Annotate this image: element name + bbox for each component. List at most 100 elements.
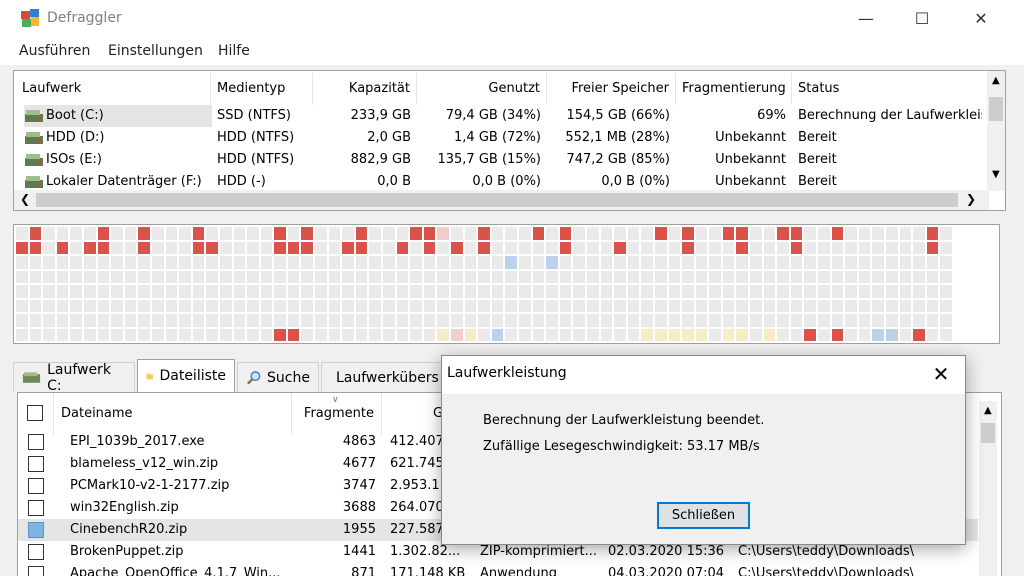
map-block [531,240,546,255]
map-block [15,298,29,313]
scroll-thumb[interactable] [989,97,1003,121]
map-block [762,327,777,342]
map-block [450,255,464,270]
map-block [15,269,29,284]
map-block [42,298,56,313]
map-block [490,255,505,270]
col-medientyp[interactable]: Medientyp [211,73,313,105]
map-block [259,313,274,328]
map-block [354,327,369,342]
map-block [55,327,70,342]
map-block [708,269,722,284]
map-block [368,255,383,270]
window-close-button[interactable]: ✕ [958,0,1004,37]
tab-suche[interactable]: Suche [237,362,319,392]
map-block [613,284,627,299]
map-block [681,284,695,299]
map-block [844,298,858,313]
row-checkbox[interactable] [28,478,44,494]
drive-list-vscrollbar[interactable]: ▲ ▼ [987,71,1005,191]
col-fragmentierung[interactable]: Fragmentierung [676,73,792,105]
menu-ausfuehren[interactable]: Ausführen [19,43,90,59]
tab-laufwerk[interactable]: Laufwerk C: [13,362,135,394]
close-icon[interactable]: ✕ [925,358,957,390]
col-freier-speicher[interactable]: Freier Speicher [547,73,676,105]
map-block [300,284,315,299]
map-block [531,284,546,299]
map-block [205,240,219,255]
drive-status: Berechnung der Laufwerkleist [798,108,982,123]
scroll-right-icon[interactable]: ❯ [966,192,976,206]
map-block [96,327,111,342]
map-block [273,269,287,284]
map-block [123,226,138,241]
map-block [191,255,206,270]
col-select-all[interactable] [18,393,54,435]
close-button[interactable]: Schließen [657,502,750,529]
col-fragmente[interactable]: ∨ Fragmente [292,393,382,435]
map-block [368,284,383,299]
col-dateiname[interactable]: Dateiname [54,393,292,435]
row-checkbox[interactable] [28,544,44,560]
minimize-button[interactable]: — [843,0,889,37]
maximize-button[interactable]: ☐ [899,0,945,37]
map-block [368,226,383,241]
table-row[interactable]: Apache_OpenOffice_4.1.7_Win... 871 171.148… [18,563,978,576]
tab-dateiliste[interactable]: Dateiliste [137,359,235,392]
map-block [96,269,111,284]
col-genutzt[interactable]: Genutzt [417,73,547,105]
map-block [42,284,56,299]
map-block [232,226,247,241]
map-block [354,255,369,270]
hscroll-thumb[interactable] [36,193,958,207]
map-block [599,255,614,270]
tab-laufwerkuebersicht[interactable]: Laufwerkübers [321,362,443,392]
map-block [531,255,546,270]
map-block [681,255,695,270]
drive-row-2[interactable]: ISOs (E:) [24,149,212,171]
menu-einstellungen[interactable]: Einstellungen [108,43,203,59]
map-block [857,269,872,284]
scroll-up-icon[interactable]: ▲ [992,75,1000,86]
map-block [178,284,192,299]
map-block [885,313,899,328]
map-block [259,284,274,299]
map-block [517,269,532,284]
col-laufwerk[interactable]: Laufwerk [16,73,211,105]
drive-list-hscrollbar[interactable]: ❮ ❯ [14,190,989,210]
map-block [232,298,247,313]
map-block [246,226,260,241]
col-kapazitaet[interactable]: Kapazität [313,73,417,105]
map-block [817,226,831,241]
map-block [871,298,885,313]
map-block [368,269,383,284]
map-block [599,298,614,313]
menu-hilfe[interactable]: Hilfe [218,43,250,59]
select-all-checkbox[interactable] [27,405,43,421]
scroll-up-icon[interactable]: ▲ [984,405,992,416]
row-checkbox[interactable] [28,566,44,576]
row-checkbox[interactable] [28,500,44,516]
map-block [613,240,627,255]
map-block [925,226,940,241]
file-list-vscrollbar[interactable]: ▲ [979,401,997,576]
row-checkbox[interactable] [28,522,44,538]
map-block [178,240,192,255]
col-status[interactable]: Status [792,73,982,105]
scroll-down-icon[interactable]: ▼ [992,169,1000,180]
file-type: Anwendung [480,566,557,576]
drive-row-1[interactable]: HDD (D:) [24,127,212,149]
map-block [912,240,926,255]
map-block [55,284,70,299]
row-checkbox[interactable] [28,434,44,450]
map-block [286,298,301,313]
map-block [150,298,165,313]
drive-row-0[interactable]: Boot (C:) [24,105,212,127]
map-block [558,327,573,342]
map-block [42,240,56,255]
row-checkbox[interactable] [28,456,44,472]
map-block [640,327,654,342]
scroll-left-icon[interactable]: ❮ [20,192,30,206]
map-block [450,327,464,342]
scroll-thumb[interactable] [981,423,995,443]
